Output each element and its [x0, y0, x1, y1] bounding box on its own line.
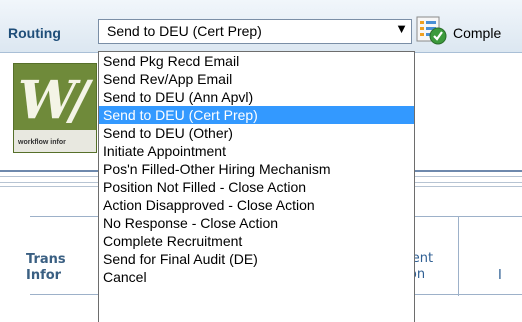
dropdown-option[interactable]: Send Rev/App Email — [99, 70, 414, 88]
dropdown-option[interactable]: Pos'n Filled-Other Hiring Mechanism — [99, 160, 414, 178]
complete-button-label[interactable]: Comple — [453, 25, 501, 41]
dropdown-option[interactable]: Position Not Filled - Close Action — [99, 178, 414, 196]
routing-toolbar: Routing Send to DEU (Cert Prep) ▼ Comple — [0, 0, 522, 53]
header-line: Trans — [26, 252, 66, 267]
dropdown-option[interactable]: Action Disapproved - Close Action — [99, 196, 414, 214]
dropdown-option[interactable]: Send for Final Audit (DE) — [99, 250, 414, 268]
logo-letter-w: W — [18, 70, 77, 131]
dropdown-option[interactable]: Send to DEU (Cert Prep) — [99, 106, 414, 124]
dropdown-option[interactable]: Send to DEU (Ann Apvl) — [99, 88, 414, 106]
dropdown-option[interactable]: No Response - Close Action — [99, 214, 414, 232]
dropdown-option[interactable]: Send Pkg Recd Email — [99, 52, 414, 70]
dropdown-option[interactable]: Initiate Appointment — [99, 142, 414, 160]
routing-select[interactable]: Send to DEU (Cert Prep) ▼ — [98, 19, 412, 44]
logo-letter-slash: / — [70, 70, 89, 131]
dropdown-option[interactable]: Cancel — [99, 268, 414, 286]
workflow-logo: W / workflow infor — [13, 63, 97, 153]
dropdown-option[interactable]: Complete Recruitment — [99, 232, 414, 250]
routing-dropdown-list[interactable]: Send Pkg Recd Email Send Rev/App Email Sen… — [98, 51, 415, 322]
routing-select-value: Send to DEU (Cert Prep) — [107, 23, 262, 39]
column-header-partial: I — [498, 268, 502, 283]
routing-label: Routing — [8, 25, 61, 41]
column-header-transaction: Trans Infor — [26, 252, 66, 284]
chevron-down-icon[interactable]: ▼ — [395, 21, 408, 36]
logo-caption-strip: workflow infor — [14, 130, 96, 152]
complete-icon[interactable] — [416, 16, 448, 46]
header-line: Infor — [26, 268, 62, 283]
column-divider — [458, 217, 459, 296]
dropdown-option[interactable]: Send to DEU (Other) — [99, 124, 414, 142]
logo-caption: workflow infor — [18, 139, 66, 146]
